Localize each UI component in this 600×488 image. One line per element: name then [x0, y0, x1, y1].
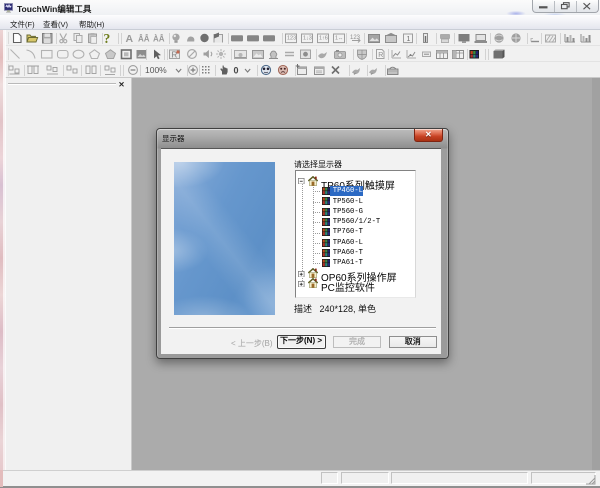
svg-text:A: A — [126, 33, 134, 45]
svg-text:R: R — [378, 52, 383, 59]
svg-text:100%: 100% — [145, 65, 167, 75]
svg-text:ÀÂ: ÀÂ — [153, 35, 165, 44]
svg-text:1↔: 1↔ — [335, 36, 344, 42]
svg-text:?: ? — [104, 31, 111, 45]
svg-text:123: 123 — [287, 36, 296, 42]
svg-text:1↓3: 1↓3 — [303, 36, 312, 42]
svg-text:0: 0 — [234, 66, 239, 76]
svg-text:ÂÂ: ÂÂ — [138, 35, 150, 44]
svg-text:1↑6: 1↑6 — [319, 36, 328, 42]
svg-text:1: 1 — [407, 36, 411, 43]
